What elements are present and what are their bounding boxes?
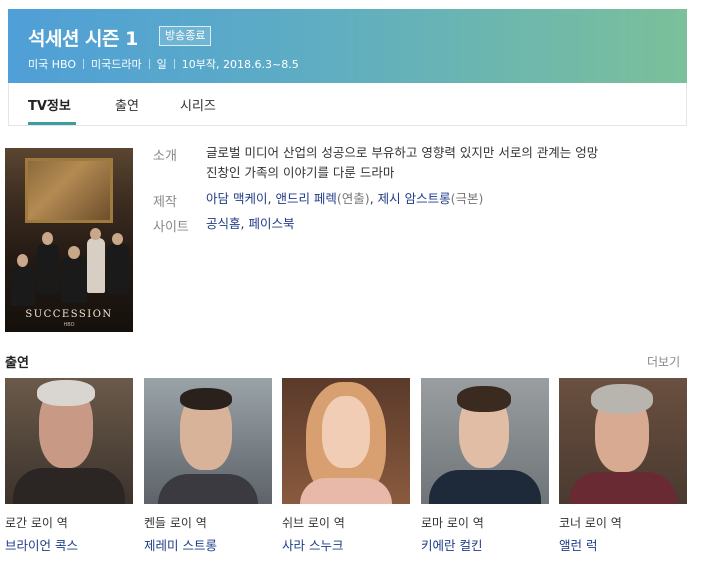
meta-day: 일 [156,58,167,71]
poster-figure-head [42,232,53,245]
cast-hair [180,388,232,410]
tab-cast[interactable]: 출연 [115,95,139,114]
status-badge: 방송종료 [159,26,212,46]
cast-name[interactable]: 키에란 컬킨 [421,535,482,554]
poster-subtitle-text: HBO [63,322,75,328]
cast-body [429,470,541,504]
cast-role: 로마 로이 역 [421,516,484,530]
cast-card[interactable]: 코너 로이 역 앨런 럭 [559,378,687,553]
cast-photo[interactable] [144,378,272,504]
writer-link[interactable]: 제시 암스트롱 [378,191,451,206]
cast-hair [37,380,95,406]
poster-figure [107,244,129,294]
cast-card[interactable]: 로마 로이 역 키에란 컬킨 [421,378,549,553]
producer-link[interactable]: 아담 맥케이 [206,191,267,206]
poster-image[interactable]: SUCCESSION HBO [5,148,133,332]
cast-heading: 출연 [5,356,29,371]
cast-body [569,472,677,504]
more-link[interactable]: 더보기 [647,353,680,370]
official-site-link[interactable]: 공식홈 [206,216,241,231]
director-role: (연출) [336,191,370,206]
cast-photo[interactable] [559,378,687,504]
poster-figure [37,244,59,294]
cast-card[interactable]: 켄들 로이 역 제레미 스트롱 [144,378,272,553]
poster-figure [87,238,105,293]
meta-channel: 미국 HBO [28,58,77,71]
cast-role: 코너 로이 역 [559,516,622,530]
cast-hair [591,384,653,414]
intro-label: 소개 [153,149,177,164]
cast-name[interactable]: 브라이언 콕스 [5,535,78,554]
cast-name[interactable]: 앨런 럭 [559,535,597,554]
meta-divider [148,59,150,69]
cast-card[interactable]: 로간 로이 역 브라이언 콕스 [5,378,133,553]
poster-figure-head [17,254,28,267]
writer-role: (극본) [450,191,484,206]
cast-name[interactable]: 제레미 스트롱 [144,535,217,554]
poster-figure-head [90,228,101,240]
meta-episodes-dates: 10부작, 2018.6.3~8.5 [181,58,299,71]
cast-role: 로간 로이 역 [5,516,68,530]
site-label: 사이트 [153,220,189,235]
program-title[interactable]: 석세션 시즌 1 [28,24,138,51]
intro-text: 글로벌 미디어 산업의 성공으로 부유하고 영향력 있지만 서로의 관계는 엉망… [206,143,676,183]
poster-figure [61,258,87,303]
intro-line: 글로벌 미디어 산업의 성공으로 부유하고 영향력 있지만 서로의 관계는 엉망 [206,145,599,160]
cast-role: 쉬브 로이 역 [282,516,345,530]
cast-photo[interactable] [421,378,549,504]
tab-series[interactable]: 시리즈 [180,95,216,114]
meta-divider [83,59,85,69]
meta-genre: 미국드라마 [91,58,142,71]
program-meta: 미국 HBO 미국드라마 일 10부작, 2018.6.3~8.5 [28,56,299,72]
production-list: 아담 맥케이, 앤드리 페렉(연출), 제시 암스트롱(극본) [206,191,484,206]
director-link[interactable]: 앤드리 페렉 [275,191,336,206]
meta-divider [173,59,175,69]
poster-figure-head [112,233,123,245]
facebook-link[interactable]: 페이스북 [248,216,294,231]
site-links: 공식홈, 페이스북 [206,216,295,231]
cast-photo[interactable] [282,378,410,504]
cast-card[interactable]: 쉬브 로이 역 사라 스누크 [282,378,410,553]
cast-name[interactable]: 사라 스누크 [282,535,343,554]
cast-photo[interactable] [5,378,133,504]
cast-hair [457,386,511,412]
cast-body [300,478,392,504]
cast-face [322,396,370,468]
program-header: 석세션 시즌 1 방송종료 미국 HBO 미국드라마 일 10부작, 2018.6.3… [8,9,687,83]
cast-role: 켄들 로이 역 [144,516,207,530]
poster-figure-head [68,246,80,259]
cast-body [13,468,125,504]
tab-tv-info[interactable]: TV정보 [28,95,71,114]
active-tab-indicator [28,122,76,125]
poster-painting [25,158,113,223]
poster-title-text: SUCCESSION [25,309,113,320]
cast-body [158,474,258,504]
intro-line: 진창인 가족의 이야기를 다룬 드라마 [206,165,395,180]
poster-figure [11,266,35,306]
production-label: 제작 [153,195,177,210]
tab-bar: TV정보 출연 시리즈 [8,83,687,126]
